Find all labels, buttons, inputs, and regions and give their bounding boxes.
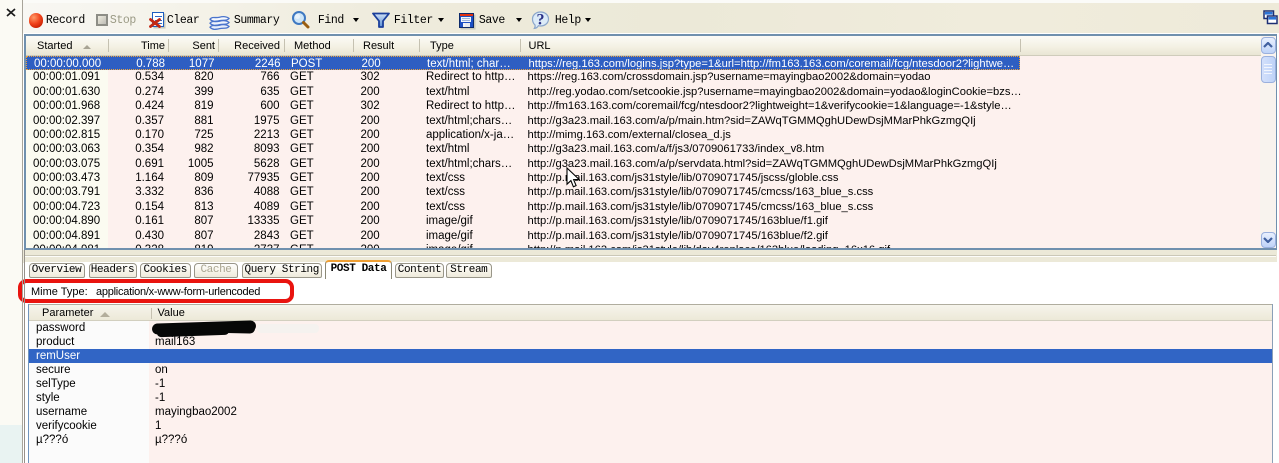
svg-text:?: ? (536, 12, 544, 29)
